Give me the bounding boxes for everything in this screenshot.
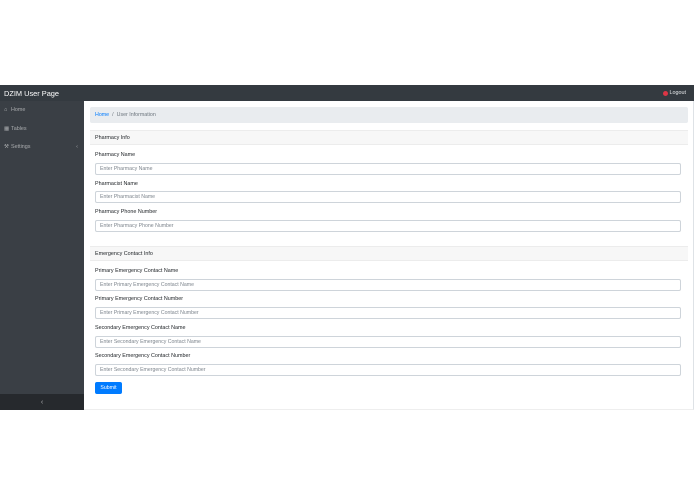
- sidebar: ⌂ Home ▦ Tables ⚒ Settings ‹ ‹: [0, 101, 84, 410]
- emergency-contact-heading: Emergency Contact Info: [90, 246, 688, 261]
- primary-contact-number-input[interactable]: [95, 307, 681, 319]
- logout-label: Logout: [669, 90, 687, 96]
- submit-button[interactable]: Submit: [95, 382, 122, 394]
- secondary-contact-number-label: Secondary Emergency Contact Number: [95, 353, 191, 359]
- breadcrumb-current: User Information: [116, 112, 156, 118]
- pharmacy-info-heading: Pharmacy Info: [90, 130, 688, 145]
- main-content: Home / User Information Pharmacy Info Ph…: [84, 101, 694, 410]
- app-window: DZIM User Page Logout ⌂ Home ▦ Tables ⚒ …: [0, 85, 695, 410]
- primary-contact-name-label: Primary Emergency Contact Name: [95, 268, 179, 274]
- sidebar-item-label: Tables: [11, 125, 27, 132]
- primary-contact-name-input[interactable]: [95, 279, 681, 291]
- power-icon: [662, 90, 668, 96]
- chevron-left-icon: ‹: [40, 398, 44, 406]
- top-navbar: DZIM User Page Logout: [0, 85, 694, 101]
- chevron-left-icon: ‹: [76, 144, 78, 151]
- pharmacy-name-input[interactable]: [95, 163, 681, 175]
- logout-link[interactable]: Logout: [662, 90, 695, 96]
- breadcrumb: Home / User Information: [90, 107, 688, 123]
- table-icon: ▦: [4, 125, 10, 132]
- pharmacy-name-label: Pharmacy Name: [95, 152, 136, 158]
- pharmacy-phone-label: Pharmacy Phone Number: [95, 209, 158, 215]
- sidebar-item-home[interactable]: ⌂ Home: [0, 101, 84, 120]
- secondary-contact-number-input[interactable]: [95, 364, 681, 376]
- secondary-contact-name-label: Secondary Emergency Contact Name: [95, 325, 186, 331]
- pharmacy-phone-input[interactable]: [95, 220, 681, 232]
- brand-title[interactable]: DZIM User Page: [0, 89, 59, 98]
- sidebar-toggle-button[interactable]: ‹: [0, 394, 84, 410]
- sidebar-item-tables[interactable]: ▦ Tables: [0, 120, 84, 139]
- pharmacist-name-label: Pharmacist Name: [95, 181, 138, 187]
- home-icon: ⌂: [4, 107, 8, 114]
- breadcrumb-home-link[interactable]: Home: [95, 112, 109, 118]
- sidebar-item-label: Home: [11, 107, 26, 114]
- secondary-contact-name-input[interactable]: [95, 336, 681, 348]
- sidebar-item-settings[interactable]: ⚒ Settings ‹: [0, 138, 84, 157]
- breadcrumb-separator: /: [112, 112, 114, 118]
- wrench-icon: ⚒: [4, 144, 9, 151]
- primary-contact-number-label: Primary Emergency Contact Number: [95, 296, 184, 302]
- pharmacist-name-input[interactable]: [95, 191, 681, 203]
- sidebar-item-label: Settings: [11, 144, 31, 151]
